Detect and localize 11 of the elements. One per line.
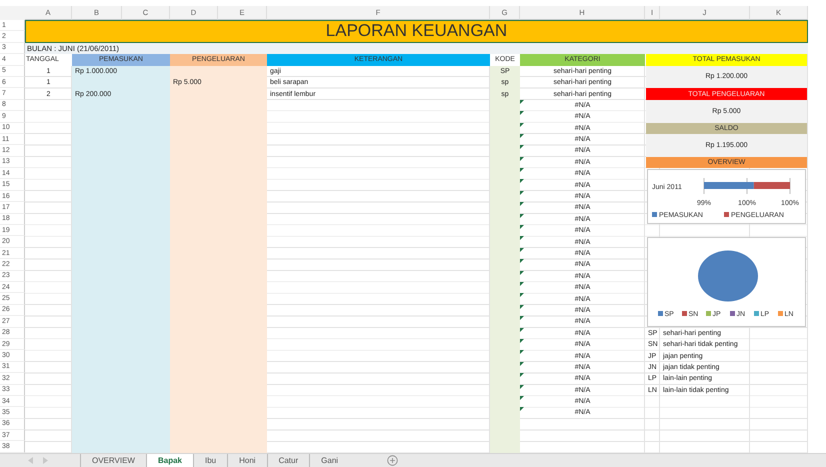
previous-sheet-icon[interactable] xyxy=(28,456,34,464)
select-all-corner[interactable] xyxy=(0,6,25,20)
pie-slice xyxy=(698,250,758,302)
sheet-tab[interactable]: Ibu xyxy=(193,454,228,467)
sheet-tab[interactable]: Gani xyxy=(309,454,350,467)
next-sheet-icon[interactable] xyxy=(42,456,48,464)
sheet-title: LAPORAN KEUANGAN xyxy=(25,20,808,43)
sheet-tab[interactable]: Honi xyxy=(227,454,267,467)
sheet-tab[interactable]: Bapak xyxy=(146,454,193,467)
sheet-tab[interactable]: Catur xyxy=(266,454,310,467)
add-sheet-icon[interactable] xyxy=(387,454,398,466)
